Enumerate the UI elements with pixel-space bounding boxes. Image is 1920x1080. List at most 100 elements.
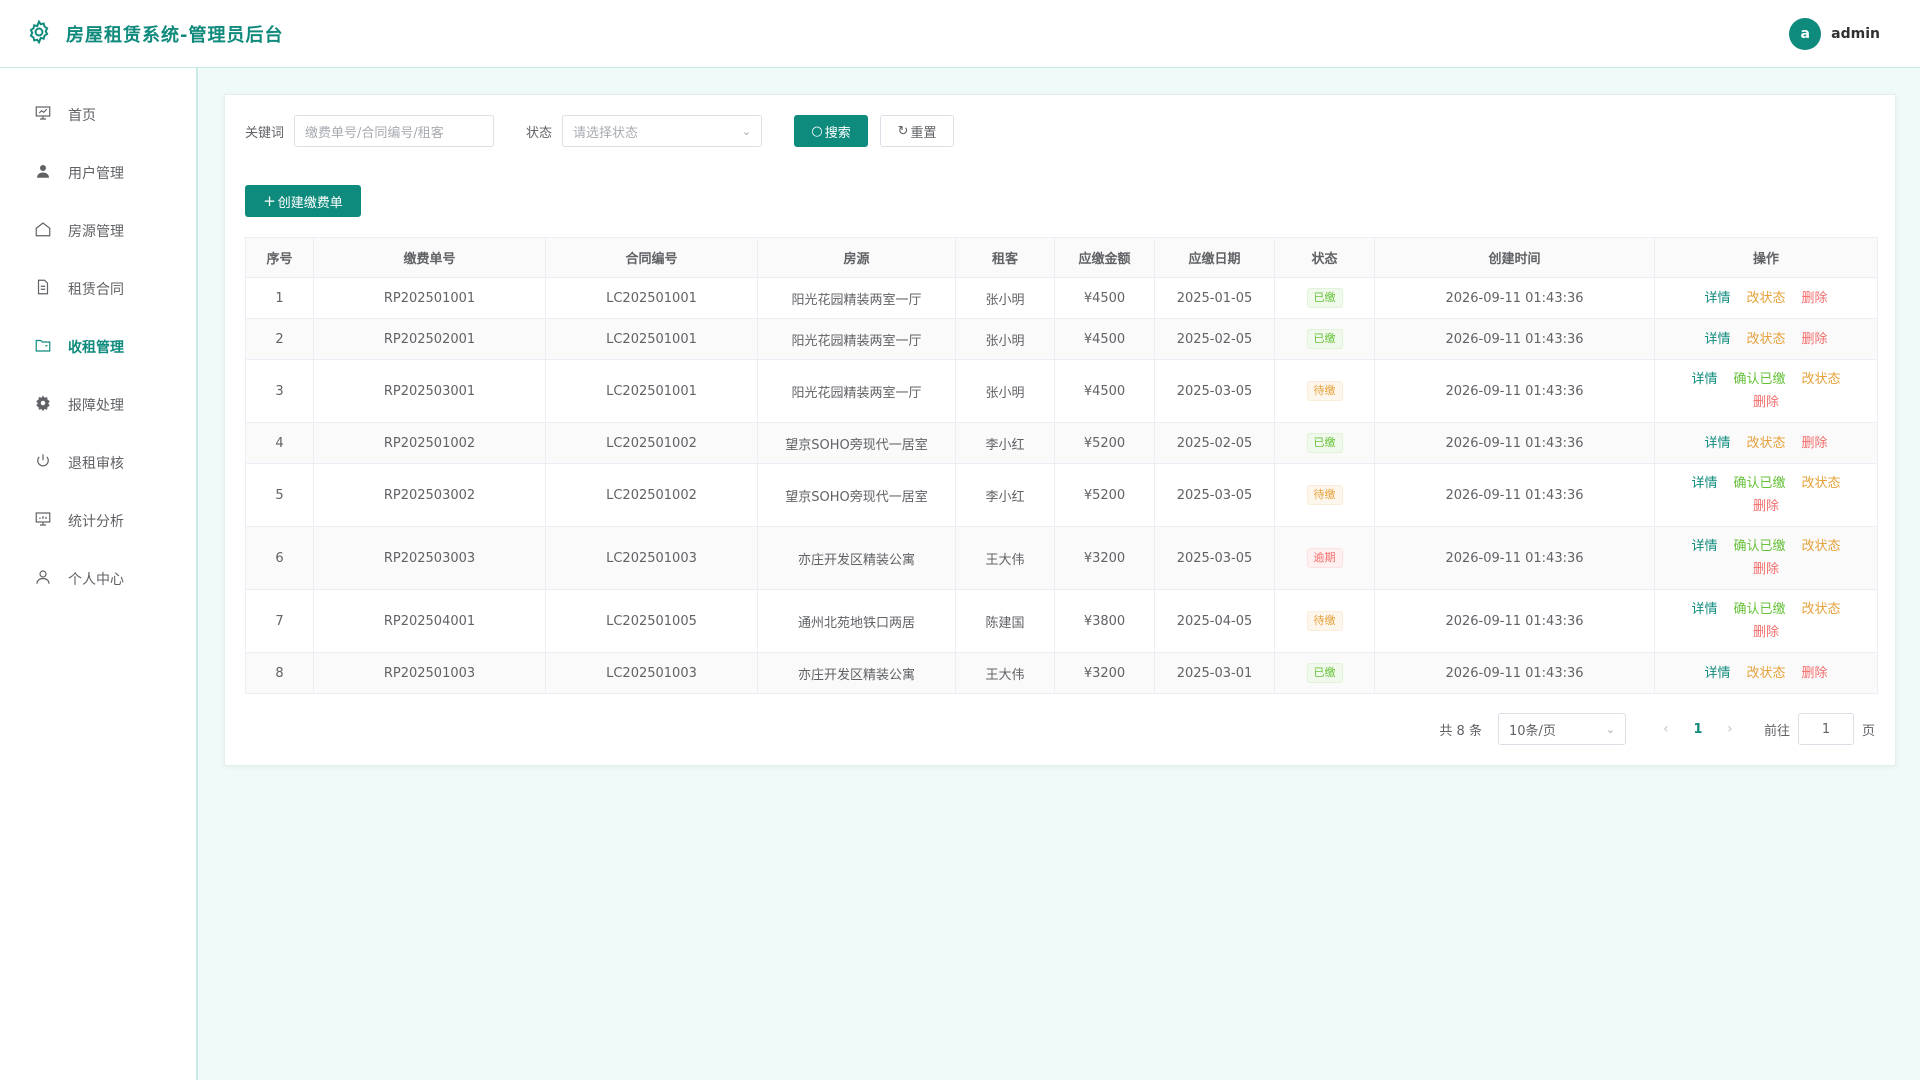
user-menu[interactable]: a admin [1789,17,1880,50]
status-select[interactable]: 请选择状态 ⌄ [562,115,763,147]
cell-index: 1 [245,277,314,319]
change-status-link[interactable]: 改状态 [1746,662,1785,685]
confirm-paid-link[interactable]: 确认已缴 [1733,472,1785,495]
column-header-tenant: 租客 [955,237,1055,278]
delete-link[interactable]: 删除 [1753,391,1779,414]
sidebar-item-home[interactable]: 首页 [0,86,196,144]
detail-link[interactable]: 详情 [1704,432,1730,455]
cell-created-at: 2026-09-11 01:43:36 [1374,422,1655,464]
detail-link[interactable]: 详情 [1704,287,1730,310]
status-badge: 已缴 [1306,433,1343,453]
prev-page-button[interactable]: ‹ [1650,721,1682,737]
chevron-down-icon: ⌄ [741,124,752,138]
cell-tenant: 李小红 [955,463,1055,527]
cell-contract-no: LC202501002 [545,463,758,527]
detail-link[interactable]: 详情 [1691,472,1717,495]
cell-status: 待缴 [1274,589,1375,653]
change-status-link[interactable]: 改状态 [1746,328,1785,351]
keyword-input[interactable]: 缴费单号/合同编号/租客 [294,115,495,147]
cell-contract-no: LC202501001 [545,318,758,360]
delete-link[interactable]: 删除 [1753,621,1779,644]
sidebar-item-contracts[interactable]: 租赁合同 [0,260,196,318]
reset-button[interactable]: ↻ 重置 [880,115,955,147]
cell-actions: 详情 确认已缴 改状态 删除 [1654,589,1878,653]
change-status-link[interactable]: 改状态 [1802,535,1841,558]
page-size-select[interactable]: 10条/页 ⌄ [1497,713,1626,745]
delete-link[interactable]: 删除 [1802,662,1828,685]
cell-status: 已缴 [1274,652,1375,694]
column-header-created-at: 创建时间 [1374,237,1655,278]
cell-property: 阳光花园精装两室一厅 [757,318,956,360]
confirm-paid-link[interactable]: 确认已缴 [1733,598,1785,621]
status-badge: 已缴 [1306,329,1343,349]
column-header-contract-no: 合同编号 [545,237,758,278]
cell-property: 望京SOHO旁现代一居室 [757,463,956,527]
gear-logo-icon [26,19,52,49]
delete-link[interactable]: 删除 [1802,328,1828,351]
cell-contract-no: LC202501001 [545,359,758,423]
filter-bar: 关键词 缴费单号/合同编号/租客 状态 请选择状态 ⌄ ○ 搜索 ↻ 重置 [245,115,955,147]
cell-actions: 详情 确认已缴 改状态 删除 [1654,526,1878,590]
search-button[interactable]: ○ 搜索 [794,115,869,147]
cell-created-at: 2026-09-11 01:43:36 [1374,277,1655,319]
delete-link[interactable]: 删除 [1802,432,1828,455]
cell-created-at: 2026-09-11 01:43:36 [1374,318,1655,360]
gear-icon [34,394,52,416]
cell-property: 望京SOHO旁现代一居室 [757,422,956,464]
cell-actions: 详情 改状态 删除 [1654,318,1878,360]
change-status-link[interactable]: 改状态 [1746,432,1785,455]
cell-status: 已缴 [1274,318,1375,360]
page-number-current[interactable]: 1 [1682,722,1714,737]
detail-link[interactable]: 详情 [1691,598,1717,621]
detail-link[interactable]: 详情 [1704,328,1730,351]
sidebar-item-houses[interactable]: 房源管理 [0,202,196,260]
create-bill-button[interactable]: + 创建缴费单 [245,185,361,217]
user-icon [34,162,52,184]
goto-page-input[interactable]: 1 [1797,713,1854,745]
cell-index: 2 [245,318,314,360]
confirm-paid-link[interactable]: 确认已缴 [1733,535,1785,558]
cell-actions: 详情 改状态 删除 [1654,652,1878,694]
cell-created-at: 2026-09-11 01:43:36 [1374,526,1655,590]
cell-bill-no: RP202501003 [313,652,546,694]
cell-created-at: 2026-09-11 01:43:36 [1374,463,1655,527]
status-label: 状态 [526,125,553,141]
column-header-amount: 应缴金额 [1054,237,1155,278]
cell-bill-no: RP202503002 [313,463,546,527]
sidebar-item-rent-collection[interactable]: 收租管理 [0,318,196,376]
cell-bill-no: RP202502001 [313,318,546,360]
confirm-paid-link[interactable]: 确认已缴 [1733,368,1785,391]
change-status-link[interactable]: 改状态 [1802,368,1841,391]
delete-link[interactable]: 删除 [1753,558,1779,581]
avatar[interactable]: a [1789,17,1822,50]
username[interactable]: admin [1831,26,1880,42]
cell-index: 7 [245,589,314,653]
delete-link[interactable]: 删除 [1802,287,1828,310]
app-title: 房屋租赁系统-管理员后台 [66,24,284,46]
next-page-button[interactable]: › [1714,721,1746,737]
detail-link[interactable]: 详情 [1691,368,1717,391]
cell-amount: ¥4500 [1054,277,1155,319]
top-header: 房屋租赁系统-管理员后台 a admin [0,0,1920,68]
sidebar-item-checkout-review[interactable]: 退租审核 [0,434,196,492]
change-status-link[interactable]: 改状态 [1802,598,1841,621]
sidebar-item-statistics[interactable]: 统计分析 [0,492,196,550]
delete-link[interactable]: 删除 [1753,495,1779,518]
search-icon: ○ [811,123,823,139]
brand: 房屋租赁系统-管理员后台 [26,19,283,49]
cell-property: 亦庄开发区精装公寓 [757,526,956,590]
change-status-link[interactable]: 改状态 [1746,287,1785,310]
cell-property: 阳光花园精装两室一厅 [757,359,956,423]
sidebar-item-users[interactable]: 用户管理 [0,144,196,202]
sidebar-item-repairs[interactable]: 报障处理 [0,376,196,434]
change-status-link[interactable]: 改状态 [1802,472,1841,495]
sidebar-item-profile[interactable]: 个人中心 [0,550,196,608]
reset-button-label: 重置 [910,125,937,141]
cell-actions: 详情 改状态 删除 [1654,422,1878,464]
cell-bill-no: RP202503003 [313,526,546,590]
cell-created-at: 2026-09-11 01:43:36 [1374,359,1655,423]
cell-tenant: 张小明 [955,359,1055,423]
cell-tenant: 陈建国 [955,589,1055,653]
detail-link[interactable]: 详情 [1691,535,1717,558]
detail-link[interactable]: 详情 [1704,662,1730,685]
